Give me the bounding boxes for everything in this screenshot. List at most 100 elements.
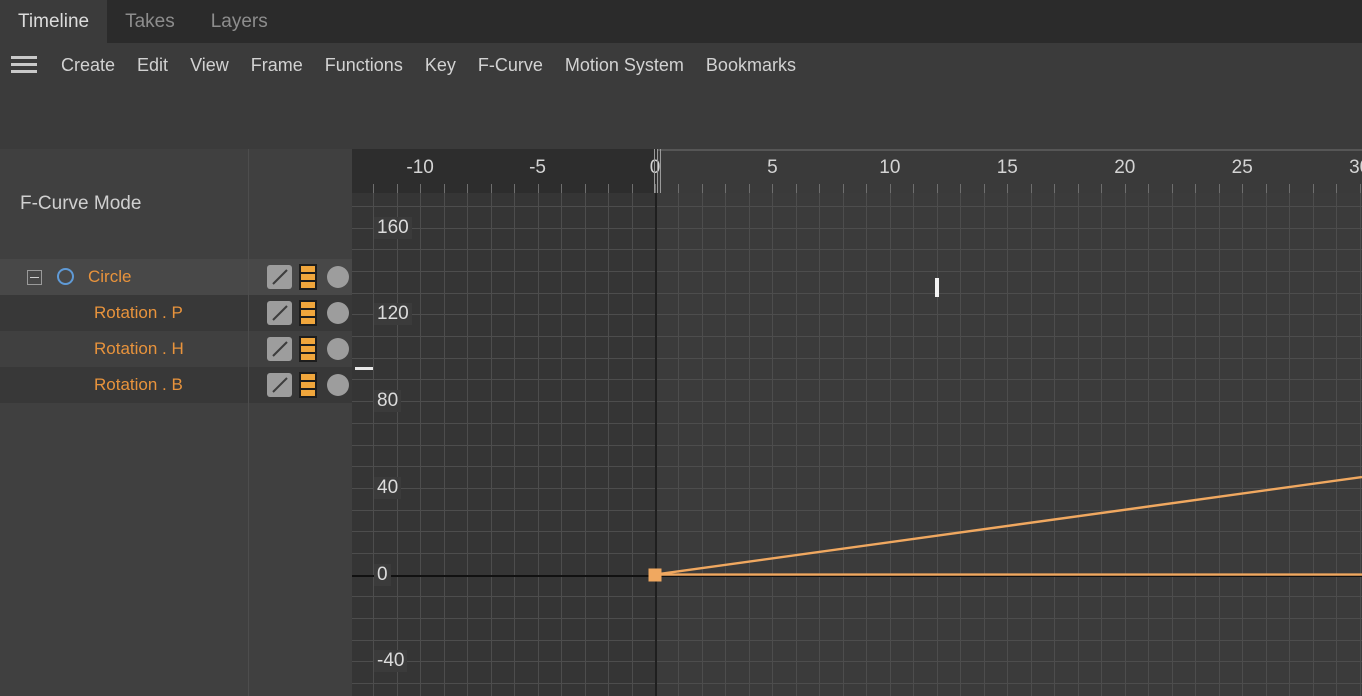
record-dot-icon[interactable] [327,338,349,360]
menu-edit[interactable]: Edit [126,43,179,87]
ruler-tick-label: 20 [1114,157,1136,178]
record-dot-icon[interactable] [327,374,349,396]
ruler-tick [1077,184,1079,193]
fcurve-line[interactable] [654,475,1362,576]
ruler-tick [1148,184,1150,193]
curve-toggle-icon[interactable] [267,301,292,325]
menu-items: Create Edit View Frame Functions Key F-Curve Mo… [50,43,807,87]
ruler-tick [1195,184,1197,193]
tree-row[interactable]: Rotation . B [0,367,248,403]
timeline-window: Timeline Takes Layers Create Edit View Frame F… [0,0,1362,696]
layer-stack-icon[interactable] [299,372,317,398]
ruler-tick [584,184,586,193]
window-tab-takes[interactable]: Takes [107,0,193,43]
menu-frame[interactable]: Frame [240,43,314,87]
ruler-tick [1359,184,1361,193]
ruler-tick [866,184,868,193]
tree-row-label: Rotation . H [94,339,184,358]
fcurve-key[interactable] [648,568,662,582]
track-icon-row [249,367,353,403]
ruler-tick [678,184,680,193]
ruler-tick [983,184,985,193]
ruler-tick [1007,184,1009,193]
menu-create[interactable]: Create [50,43,126,87]
circle-spline-icon [57,268,74,285]
window-tab-bar: Timeline Takes Layers [0,0,1362,43]
track-icon-row [249,259,353,295]
ruler-tick [701,184,703,193]
value-axis-label: 0 [374,563,391,586]
ruler-tick [1289,184,1291,193]
menu-bookmarks[interactable]: Bookmarks [695,43,807,87]
curve-toggle-icon[interactable] [267,265,292,289]
ruler-tick [537,184,539,193]
ruler-tick [1124,184,1126,193]
fcurve-graph[interactable]: 160 120 80 40 0 -40 [352,193,1362,696]
ruler-tick [960,184,962,193]
ruler-tick [1312,184,1314,193]
menu-functions[interactable]: Functions [314,43,414,87]
ruler-tick-label: -5 [529,157,546,178]
track-icon-row [249,295,353,331]
tree-row-label: Circle [88,267,132,286]
track-icon-row [249,331,353,367]
menu-view[interactable]: View [179,43,240,87]
object-tree-panel: F-Curve Mode Circle Rotation . P Rotation … [0,149,248,696]
menu-bar: Create Edit View Frame Functions Key F-Curve Mo… [0,43,1362,87]
curve-toggle-icon[interactable] [267,337,292,361]
ruler-tick [913,184,915,193]
record-dot-icon[interactable] [327,266,349,288]
ruler-tick [373,184,375,193]
menu-motion-system[interactable]: Motion System [554,43,695,87]
value-axis-label: 40 [374,476,402,499]
curve-toggle-icon[interactable] [267,373,292,397]
menu-key[interactable]: Key [414,43,467,87]
track-icon-column [248,149,353,696]
tree-row[interactable]: Rotation . H [0,331,248,367]
layer-stack-icon[interactable] [299,300,317,326]
tree-row-label: Rotation . B [94,375,183,394]
ruler-tick [514,184,516,193]
value-axis-label: 80 [374,390,402,413]
ruler-tick [842,184,844,193]
expander-collapse-icon[interactable] [27,270,42,285]
ruler-tick [748,184,750,193]
ruler-tick-label: 10 [879,157,901,178]
toolbar: 0 0 [0,87,1362,232]
ruler-tick [889,184,891,193]
ruler-tick-label: 30 [1349,157,1362,178]
tree-row[interactable]: Circle [0,259,248,295]
window-tab-layers[interactable]: Layers [193,0,286,43]
ruler-tick [467,184,469,193]
time-ruler[interactable]: -10-5051015202530 [352,149,1362,193]
menu-f-curve[interactable]: F-Curve [467,43,554,87]
value-axis-label: 120 [374,303,412,326]
tree-row[interactable]: Rotation . P [0,295,248,331]
record-dot-icon[interactable] [327,302,349,324]
hamburger-menu-icon[interactable] [11,54,37,76]
ruler-tick [490,184,492,193]
layer-stack-icon[interactable] [299,336,317,362]
mouse-cursor-marker [934,277,939,297]
ruler-tick-label: -10 [406,157,434,178]
layer-stack-icon[interactable] [299,264,317,290]
ruler-tick [1242,184,1244,193]
fcurve-lines [654,475,1362,576]
window-tab-timeline[interactable]: Timeline [0,0,108,43]
ruler-tick [1101,184,1103,193]
ruler-tick-label: 25 [1231,157,1253,178]
value-axis-label: 160 [374,216,412,239]
ruler-tick [725,184,727,193]
ruler-tick [1336,184,1338,193]
ruler-tick [561,184,563,193]
object-tree: Circle Rotation . P Rotation . H Rotation .… [0,259,248,403]
ruler-tick [1218,184,1220,193]
value-axis-label: -40 [374,650,408,673]
ruler-tick [631,184,633,193]
ruler-tick [443,184,445,193]
playhead[interactable] [654,149,661,193]
ruler-tick [1171,184,1173,193]
mode-label: F-Curve Mode [20,193,142,214]
ruler-tick [772,184,774,193]
ruler-tick [795,184,797,193]
